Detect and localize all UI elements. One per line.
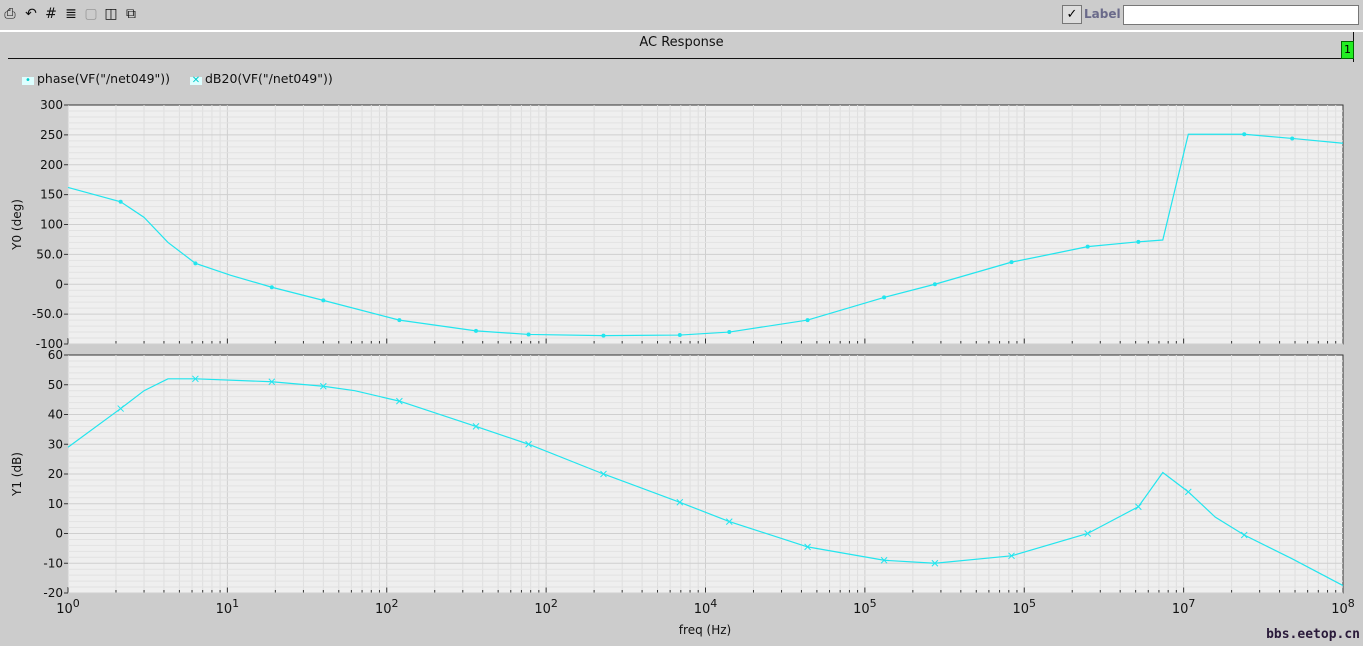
y-tick-label: 30 bbox=[48, 437, 63, 451]
y-tick-label: 250 bbox=[40, 128, 63, 142]
data-point-marker bbox=[805, 318, 810, 323]
data-point-marker bbox=[526, 332, 531, 337]
data-point-marker bbox=[397, 318, 402, 323]
y-tick-label: -20 bbox=[43, 586, 63, 600]
plot-area: 300 250 200 150 100 50.0 0 -50.0 -10 0 Y0 (deg) 60 5… bbox=[10, 98, 1355, 637]
y-tick-label: 10 bbox=[48, 497, 63, 511]
data-point-marker bbox=[1009, 260, 1014, 265]
x-tick-label: 105 bbox=[853, 597, 877, 617]
data-point-marker bbox=[932, 282, 937, 287]
x-axis-label: freq (Hz) bbox=[679, 623, 731, 637]
y-tick-label: 50.0 bbox=[36, 247, 63, 261]
data-point-marker bbox=[269, 285, 274, 290]
x-tick-label: 107 bbox=[1172, 597, 1196, 617]
x-tick-label: 102 bbox=[375, 597, 399, 617]
y-tick-label: 50 bbox=[48, 378, 63, 392]
y-tick-label: 300 bbox=[40, 98, 63, 112]
data-point-marker bbox=[1085, 244, 1090, 249]
data-point-marker bbox=[1290, 136, 1295, 141]
y-tick-label: 40 bbox=[48, 408, 63, 422]
data-point-marker bbox=[193, 261, 198, 266]
x-tick-label: 101 bbox=[216, 597, 240, 617]
x-tick-label: 108 bbox=[1331, 597, 1355, 617]
data-point-marker bbox=[1136, 239, 1141, 244]
y-tick-label: 60 bbox=[48, 348, 63, 362]
x-tick-label: 104 bbox=[694, 597, 718, 617]
x-tick-label: 105 bbox=[1012, 597, 1036, 617]
y-tick-label: 150 bbox=[40, 188, 63, 202]
y-tick-label: -10 bbox=[43, 556, 63, 570]
y-tick-label: 0 bbox=[55, 277, 63, 291]
data-point-marker bbox=[118, 199, 123, 204]
x-tick-label: 102 bbox=[534, 597, 558, 617]
y-tick-label: 100 bbox=[40, 218, 63, 232]
y-axis-label: Y0 (deg) bbox=[10, 199, 24, 251]
x-tick-label: 100 bbox=[56, 597, 80, 617]
data-point-marker bbox=[1242, 132, 1247, 137]
data-point-marker bbox=[473, 328, 478, 333]
data-point-marker bbox=[321, 298, 326, 303]
y-tick-label: -50.0 bbox=[32, 307, 63, 321]
data-point-marker bbox=[727, 330, 732, 335]
data-point-marker bbox=[677, 333, 682, 338]
data-point-marker bbox=[882, 295, 887, 300]
y-tick-label: 20 bbox=[48, 467, 63, 481]
y-axis-label: Y1 (dB) bbox=[10, 452, 24, 497]
y-tick-label: 200 bbox=[40, 158, 63, 172]
y-tick-label: 0 bbox=[55, 527, 63, 541]
data-point-marker bbox=[601, 333, 606, 338]
